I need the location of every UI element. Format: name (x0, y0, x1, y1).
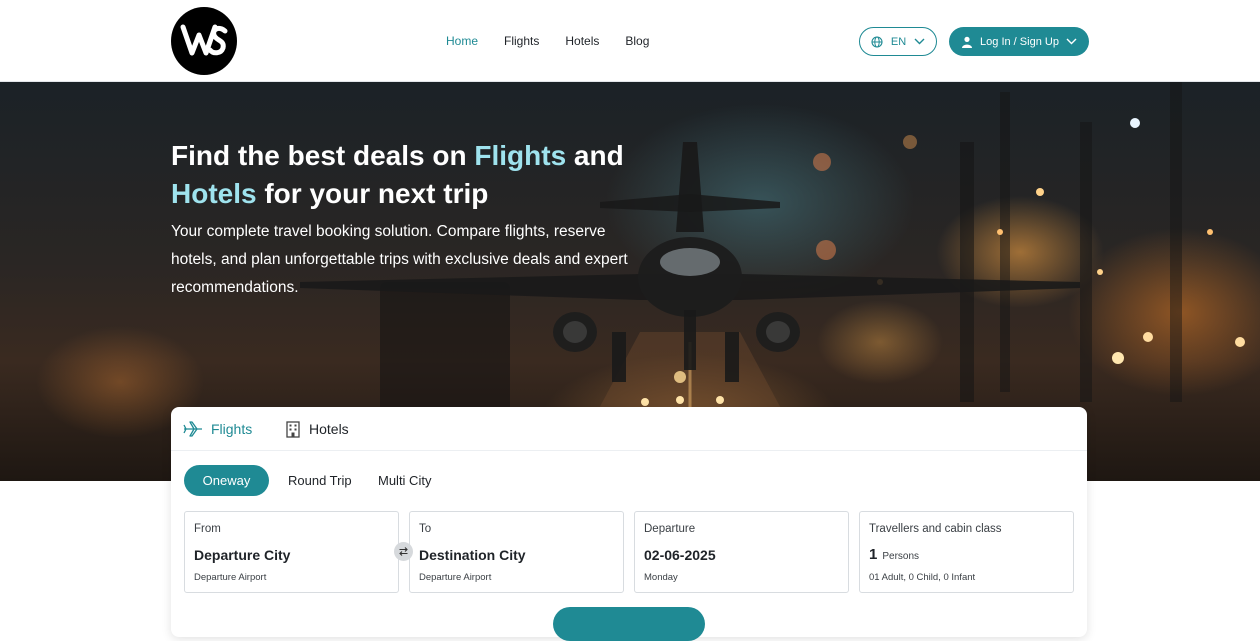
to-airport: Departure Airport (419, 572, 492, 583)
tab-flights[interactable]: Flights (183, 420, 252, 438)
swap-arrows-icon (399, 547, 408, 556)
hero-headline: Find the best deals on Flights and Hotel… (171, 137, 651, 213)
to-label: To (419, 523, 432, 535)
from-field[interactable]: From Departure City Departure Airport (184, 511, 399, 593)
tab-hotels[interactable]: Hotels (285, 420, 349, 438)
search-button[interactable] (553, 607, 705, 641)
nav-hotels[interactable]: Hotels (565, 34, 599, 48)
to-field[interactable]: To Destination City Departure Airport (409, 511, 624, 593)
headline-text-3: for your next trip (256, 178, 489, 209)
from-label: From (194, 523, 221, 535)
language-label: EN (890, 35, 907, 48)
language-selector[interactable]: EN (859, 27, 937, 56)
travellers-count: 1 Persons (869, 546, 919, 563)
globe-icon (871, 35, 883, 48)
trip-type-round-trip[interactable]: Round Trip (288, 465, 352, 496)
departure-date: 02-06-2025 (644, 547, 716, 563)
hero-subtitle: Your complete travel booking solution. C… (171, 223, 628, 296)
headline-highlight-hotels: Hotels (171, 178, 257, 209)
trip-type-oneway[interactable]: Oneway (184, 465, 269, 496)
nav-flights[interactable]: Flights (504, 34, 539, 48)
main-nav: Home Flights Hotels Blog (446, 34, 649, 48)
departure-weekday: Monday (644, 572, 678, 583)
travellers-breakdown: 01 Adult, 0 Child, 0 Infant (869, 572, 976, 583)
travellers-field[interactable]: Travellers and cabin class 1 Persons 01 … (859, 511, 1074, 593)
headline-text-2: and (566, 140, 624, 171)
tab-flights-label: Flights (211, 421, 253, 437)
site-header: Home Flights Hotels Blog EN Log In / Sig… (0, 0, 1260, 82)
brand-logo[interactable] (171, 7, 237, 75)
from-city: Departure City (194, 547, 291, 563)
trip-type-multi-city[interactable]: Multi City (378, 465, 431, 496)
travellers-unit: Persons (882, 551, 920, 562)
travellers-number: 1 (869, 546, 878, 563)
building-icon (286, 421, 300, 438)
login-label: Log In / Sign Up (980, 35, 1059, 48)
headline-highlight-flights: Flights (474, 140, 567, 171)
travellers-label: Travellers and cabin class (869, 523, 1002, 535)
departure-label: Departure (644, 523, 696, 535)
booking-type-tabs: Flights Hotels (171, 407, 1087, 451)
from-airport: Departure Airport (194, 572, 267, 583)
nav-blog[interactable]: Blog (625, 34, 649, 48)
user-icon (962, 36, 973, 48)
search-panel: Flights Hotels Oneway Round Trip Multi C… (171, 407, 1087, 641)
nav-home[interactable]: Home (446, 34, 478, 48)
chevron-down-icon (914, 38, 925, 45)
headline-text-1: Find the best deals on (171, 140, 475, 171)
tab-hotels-label: Hotels (309, 421, 349, 437)
login-signup-button[interactable]: Log In / Sign Up (949, 27, 1089, 56)
to-city: Destination City (419, 547, 526, 563)
swap-button[interactable] (394, 542, 413, 561)
airplane-icon (183, 421, 202, 437)
departure-date-field[interactable]: Departure 02-06-2025 Monday (634, 511, 849, 593)
chevron-down-icon (1066, 38, 1077, 45)
logo-mark-icon (180, 24, 228, 56)
